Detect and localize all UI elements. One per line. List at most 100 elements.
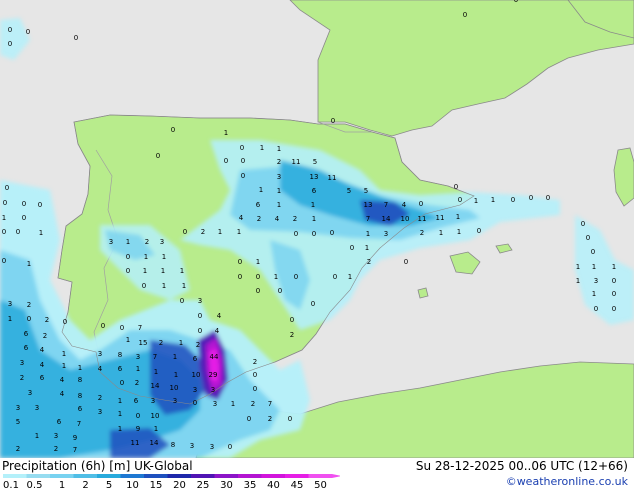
value-label: 6 [312,187,317,195]
value-label: 3 [16,404,20,412]
value-label: 0 [591,248,595,256]
color-legend: 0.1 0.5 1 2 5 10 15 20 25 30 35 40 45 50 [3,474,340,490]
value-label: 6 [118,365,123,373]
value-label: 4 [40,346,45,354]
value-label: 2 [98,394,102,402]
value-label: 3 [211,386,215,394]
value-label: 0 [22,200,26,208]
value-label: 0 [581,220,585,228]
value-label: 1 [277,201,281,209]
value-label: 0 [26,28,30,36]
value-label: 4 [60,376,65,384]
value-label: 29 [209,371,218,379]
value-label: 1 [311,201,315,209]
value-label: 5 [313,158,317,166]
value-label: 6 [134,397,139,405]
value-label: 0 [241,157,245,165]
legend-swatch [285,474,309,478]
value-label: 0 [256,287,260,295]
value-label: 2 [54,445,58,453]
value-label: 6 [24,344,29,352]
value-label: 0 [228,443,232,451]
value-label: 7 [73,446,77,454]
value-label: 0 [193,399,197,407]
value-label: 1 [144,253,148,261]
legend-swatch [50,474,74,478]
value-label: 1 [161,267,165,275]
value-label: 3 [8,300,12,308]
valid-time: Su 28-12-2025 00..06 UTC (12+66) [415,459,628,473]
value-label: 1 [612,263,616,271]
value-label: 0 [126,253,130,261]
value-label: 1 [27,260,31,268]
value-label: 3 [136,353,140,361]
legend-swatch [144,474,168,478]
value-label: 1 [592,290,596,298]
value-label: 3 [173,397,177,405]
value-label: 3 [28,389,32,397]
value-label: 1 [456,213,460,221]
value-label: 1 [136,365,140,373]
value-label: 1 [62,362,66,370]
value-label: 4 [239,214,244,222]
value-label: 2 [268,415,272,423]
site-credit[interactable]: ©weatheronline.co.uk [506,475,628,488]
value-label: 0 [241,172,245,180]
value-label: 1 [474,197,478,205]
value-label: 0 [16,228,20,236]
legend-swatch [73,474,97,478]
value-label: 0 [290,316,294,324]
value-label: 0 [333,273,337,281]
value-label: 15 [139,339,148,347]
value-label: 7 [153,353,157,361]
value-label: 3 [594,277,598,285]
legend-swatch [3,474,27,478]
value-label: 8 [171,441,175,449]
legend-label: 10 [126,480,139,490]
value-label: 1 [154,425,158,433]
value-label: 5 [364,187,368,195]
value-label: 1 [179,339,183,347]
value-label: 3 [193,386,197,394]
value-label: 11 [436,214,445,222]
value-label: 1 [154,368,158,376]
value-label: 2 [20,374,24,382]
value-label: 0 [126,267,130,275]
value-label: 0 [350,244,354,252]
value-label: 0 [8,40,12,48]
value-label: 2 [27,301,31,309]
value-label: 2 [257,215,261,223]
value-label: 1 [8,315,12,323]
value-label: 0 [180,297,184,305]
value-label: 7 [384,201,388,209]
value-label: 1 [491,196,495,204]
value-label: 6 [256,201,261,209]
value-label: 0 [463,11,467,19]
value-label: 2 [290,331,294,339]
legend-label: 50 [314,480,327,490]
value-label: 0 [454,183,458,191]
value-label: 6 [24,330,29,338]
value-label: 0 [2,257,6,265]
value-label: 1 [174,371,178,379]
value-label: 0 [311,300,315,308]
value-label: 1 [118,410,122,418]
value-label: 0 [240,144,244,152]
value-label: 8 [78,392,82,400]
value-label: 1 [277,187,281,195]
value-label: 14 [150,439,159,447]
legend-swatch [97,474,121,478]
value-label: 0 [477,227,481,235]
value-label: 0 [256,273,260,281]
value-label: 0 [278,287,282,295]
value-label: 1 [118,425,122,433]
value-label: 1 [312,215,316,223]
value-label: 0 [312,230,316,238]
value-label: 10 [151,412,160,420]
value-label: 2 [420,229,424,237]
value-label: 9 [73,434,77,442]
legend-label: 15 [150,480,163,490]
value-label: 1 [576,263,580,271]
value-label: 3 [54,432,58,440]
value-label: 2 [253,358,257,366]
